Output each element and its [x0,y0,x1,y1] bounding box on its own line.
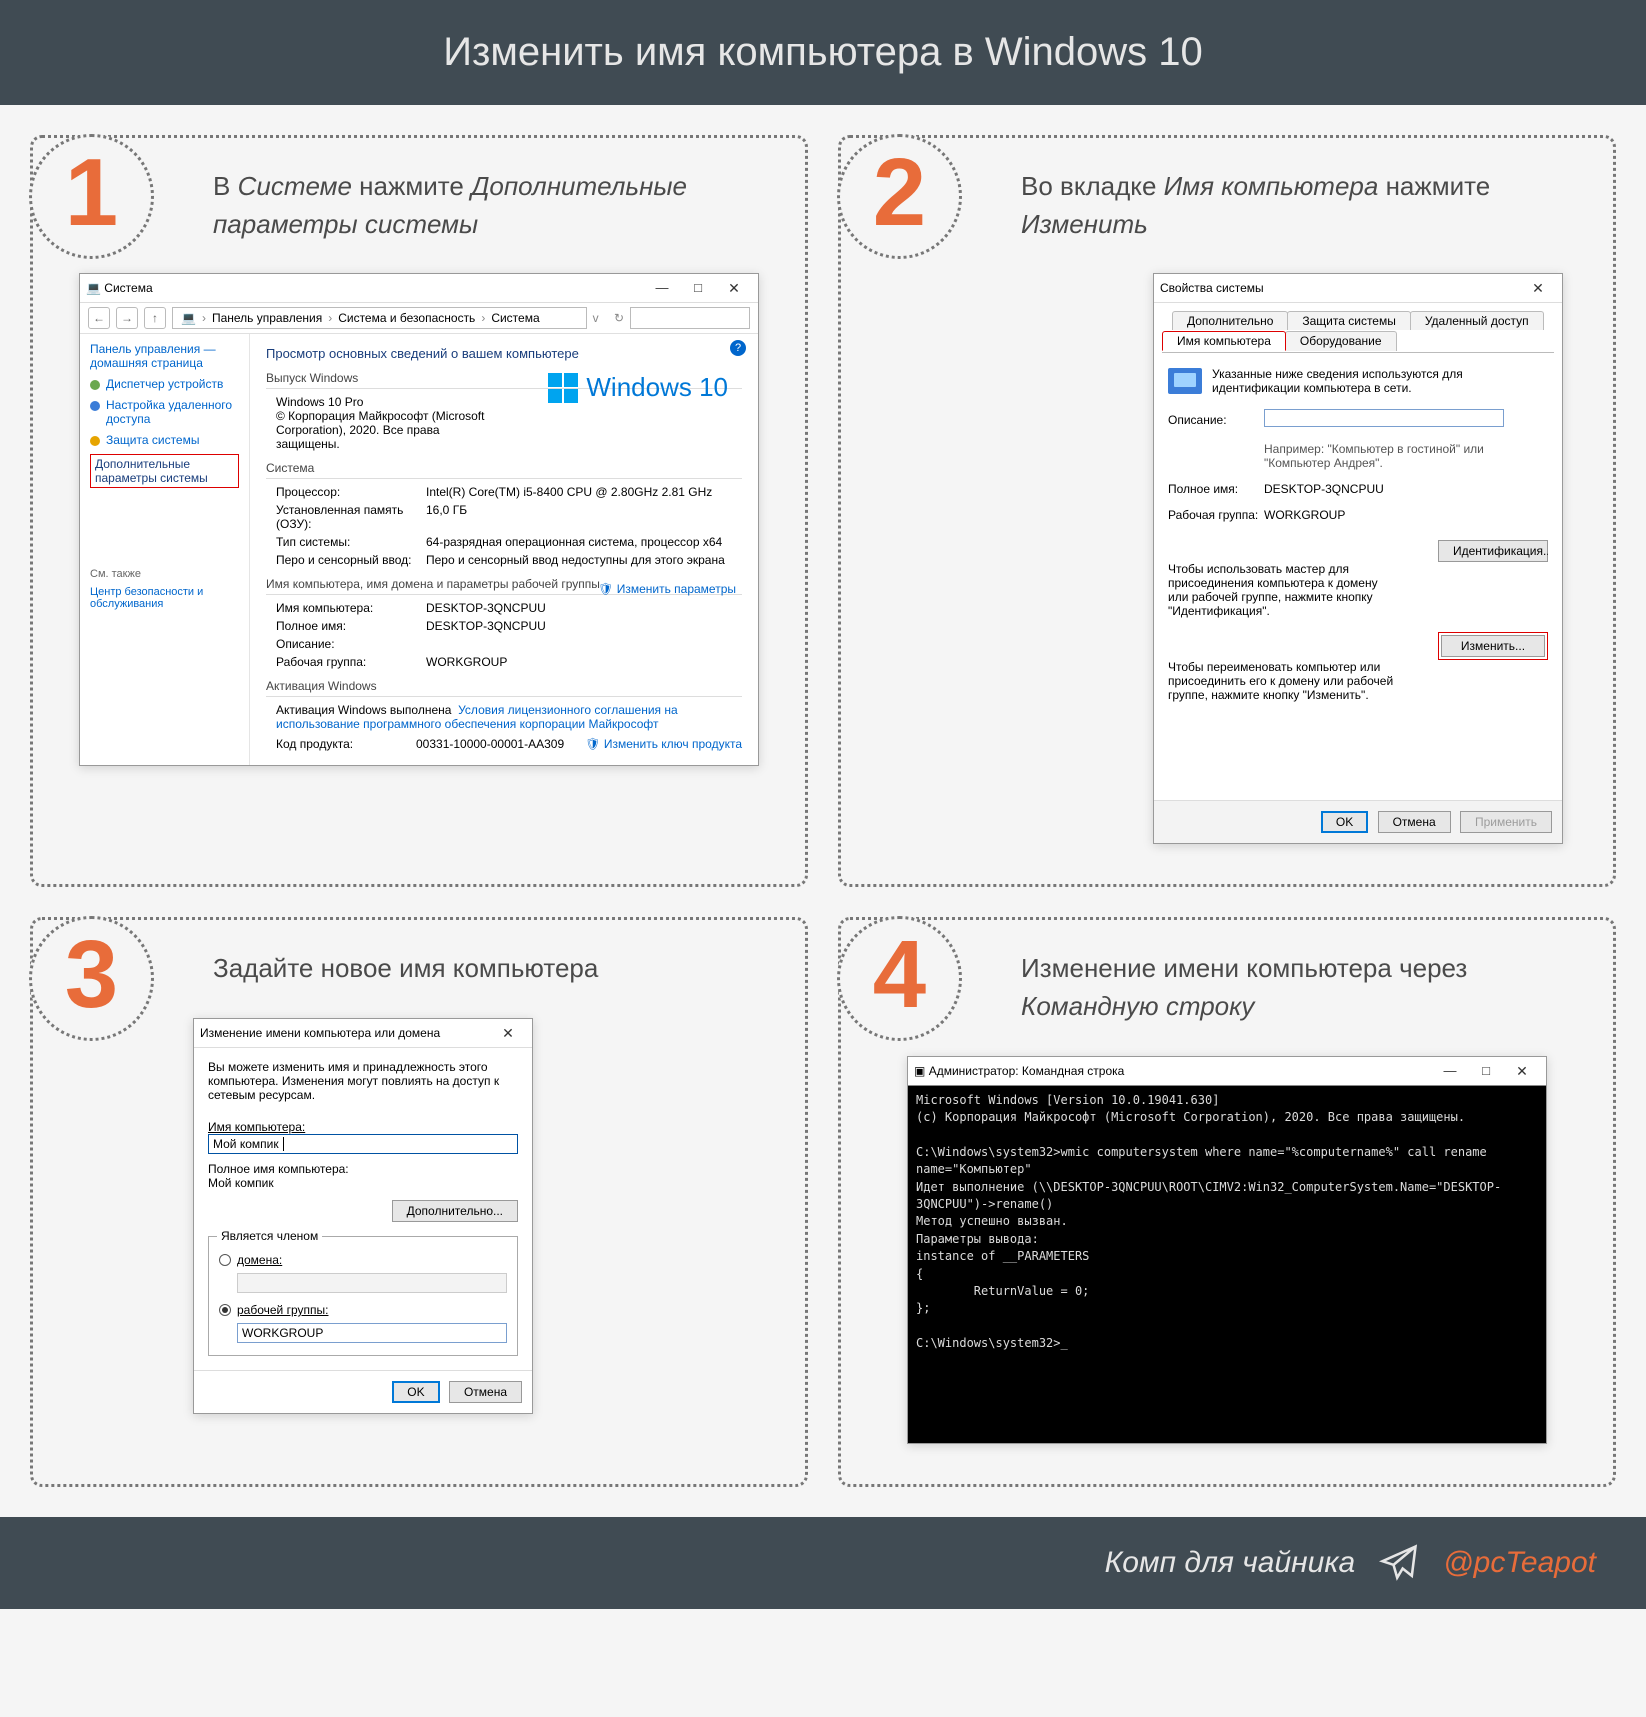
description-hint: Например: "Компьютер в гостиной" или "Ко… [1264,442,1548,470]
telegram-handle[interactable]: @pcTeapot [1443,1546,1596,1580]
computer-name-input[interactable]: Мой компик [208,1134,518,1154]
breadcrumb[interactable]: 💻 › Панель управления› Система и безопас… [172,307,587,329]
step-2-panel: 2 Во вкладке Имя компьютера нажмите Изме… [838,135,1616,887]
workgroup-input[interactable]: WORKGROUP [237,1323,507,1343]
nav-up-button[interactable]: ↑ [144,307,166,329]
breadcrumb-bar: ← → ↑ 💻 › Панель управления› Система и б… [80,303,758,334]
copyright-text: © Корпорация Майкрософт (Microsoft Corpo… [276,409,506,451]
step-1-panel: 1 В Системе нажмите Дополни­тельные пара… [30,135,808,887]
workgroup-radio[interactable]: рабочей группы: [219,1303,507,1317]
dialog-title: Изменение имени компьютера или домена [200,1026,440,1040]
terminal-output[interactable]: Microsoft Windows [Version 10.0.19041.63… [908,1086,1546,1443]
member-of-label: Является членом [217,1229,322,1243]
change-button-highlight: Изменить... [1438,632,1548,660]
ok-button[interactable]: OK [1321,811,1368,833]
step-4-panel: 4 Изменение имени компьютера через Коман… [838,917,1616,1486]
apply-button[interactable]: Применить [1460,811,1552,833]
wizard-text: Чтобы использовать мастер для присоедине… [1168,562,1398,618]
sidebar-item[interactable]: Защита системы [90,433,239,447]
window-icon: 💻 [86,281,101,295]
telegram-icon [1377,1541,1421,1585]
rename-dialog: Изменение имени компьютера или домена ✕ … [193,1018,533,1414]
maximize-button[interactable]: □ [1468,1060,1504,1082]
section-heading: Система [266,461,742,479]
cmd-icon: ▣ [914,1064,925,1078]
computer-icon [1168,368,1202,394]
maximize-button[interactable]: □ [680,277,716,299]
dialog-title: Свойства системы [1160,281,1264,295]
step-3-caption: Задайте новое имя компьютера [213,950,775,988]
nav-fwd-button[interactable]: → [116,307,138,329]
section-heading: Активация Windows [266,679,742,697]
tab-computer-name[interactable]: Имя компьютера [1162,331,1286,351]
close-button[interactable]: ✕ [1504,1060,1540,1082]
window-title: Администратор: Командная строка [929,1064,1125,1078]
rename-text: Чтобы переименовать компьютер или присое… [1168,660,1398,702]
see-also-label: См. также [90,568,239,580]
minimize-button[interactable]: — [644,277,680,299]
windows-logo: Windows 10 [548,372,728,403]
description-input[interactable] [1264,409,1504,427]
domain-input [237,1273,507,1293]
search-input[interactable] [630,307,750,329]
tab-strip: Дополнительно Защита системы Удаленный д… [1162,311,1554,353]
step-3-panel: 3 Задайте новое имя компьютера Изменение… [30,917,808,1486]
step-number-badge: 3 [29,916,154,1041]
change-button[interactable]: Изменить... [1441,635,1545,657]
full-name-value: DESKTOP-3QNCPUU [1264,482,1548,496]
ok-button[interactable]: OK [392,1381,439,1403]
full-name-value: Мой компик [208,1176,518,1190]
step-number-badge: 4 [837,916,962,1041]
system-window: 💻 Система — □ ✕ ← → ↑ 💻 › Панель уп [79,273,759,766]
identification-button[interactable]: Идентификация... [1438,540,1548,562]
description-label: Описание: [1168,413,1264,427]
close-button[interactable]: ✕ [490,1022,526,1044]
sidebar-item[interactable]: Диспетчер устройств [90,377,239,391]
tab-protection[interactable]: Защита системы [1287,311,1410,330]
cancel-button[interactable]: Отмена [449,1381,522,1403]
step-2-caption: Во вкладке Имя компьютера нажмите Измени… [1021,168,1583,243]
more-button[interactable]: Дополнительно... [392,1200,518,1222]
close-button[interactable]: ✕ [1520,277,1556,299]
step-1-caption: В Системе нажмите Дополни­тельные параме… [213,168,775,243]
nav-back-button[interactable]: ← [88,307,110,329]
shield-icon: 🛡 [598,582,613,596]
change-product-key-link[interactable]: 🛡 Изменить ключ продукта [585,737,742,751]
intro-text: Вы можете изменить имя и принадлежность … [208,1060,518,1102]
section-heading: Просмотр основных сведений о вашем компь… [266,346,742,361]
workgroup-label: Рабочая группа: [1168,508,1264,522]
tab-hardware[interactable]: Оборудование [1285,331,1397,351]
system-properties-dialog: Свойства системы ✕ Дополнительно Защита … [1153,273,1563,844]
tab-remote[interactable]: Удаленный доступ [1410,311,1544,330]
step-number-badge: 2 [837,134,962,259]
computer-name-label: Имя компьютера: [208,1120,518,1134]
close-button[interactable]: ✕ [716,277,752,299]
info-text: Указанные ниже сведения используются для… [1212,367,1512,395]
help-icon[interactable]: ? [730,340,746,356]
step-4-caption: Изменение имени компьютера через Командн… [1021,950,1583,1025]
domain-radio[interactable]: домена: [219,1253,507,1267]
change-settings-link[interactable]: 🛡 Изменить параметры [598,582,736,596]
full-name-label: Полное имя: [1168,482,1264,496]
page-title: Изменить имя компьютера в Windows 10 [0,0,1646,105]
sidebar-item[interactable]: Настройка удаленного доступа [90,398,239,426]
tab-advanced[interactable]: Дополнительно [1172,311,1288,330]
command-prompt-window: ▣ Администратор: Командная строка — □ ✕ … [907,1056,1547,1444]
full-name-label: Полное имя компьютера: [208,1162,518,1176]
security-center-link[interactable]: Центр безопасности и обслуживания [90,586,239,610]
sidebar-home-link[interactable]: Панель управления — домашняя страница [90,342,239,370]
sidebar-advanced-settings-link[interactable]: Дополнительные параметры системы [90,454,239,488]
window-title: Система [104,281,152,295]
cancel-button[interactable]: Отмена [1378,811,1451,833]
workgroup-value: WORKGROUP [1264,508,1548,522]
brand-text: Комп для чайника [1105,1546,1356,1580]
page-footer: Комп для чайника @pcTeapot [0,1517,1646,1609]
step-number-badge: 1 [29,134,154,259]
minimize-button[interactable]: — [1432,1060,1468,1082]
